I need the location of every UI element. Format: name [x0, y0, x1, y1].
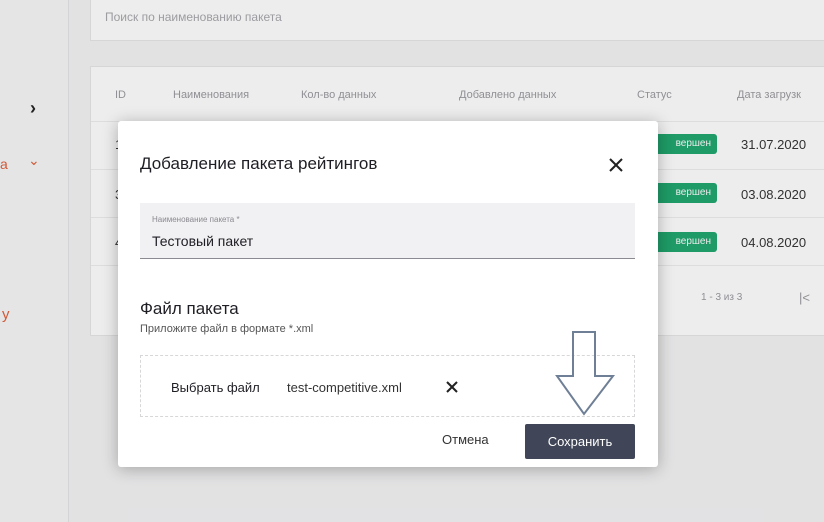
- package-name-input[interactable]: [152, 233, 612, 249]
- remove-file-close-icon[interactable]: [445, 380, 459, 394]
- file-format-hint: Приложите файл в формате *.xml: [140, 323, 314, 335]
- package-name-label: Наименование пакета *: [152, 215, 240, 224]
- file-section-heading: Файл пакета: [140, 299, 239, 318]
- arrow-down-annotation-icon: [555, 331, 616, 416]
- cancel-button[interactable]: Отмена: [442, 432, 489, 447]
- choose-file-button[interactable]: Выбрать файл: [171, 380, 260, 395]
- close-icon[interactable]: [605, 154, 627, 176]
- add-rating-package-dialog: Добавление пакета рейтингов Наименование…: [118, 121, 658, 467]
- selected-file-name: test-competitive.xml: [287, 380, 402, 395]
- dialog-title: Добавление пакета рейтингов: [140, 154, 378, 173]
- package-name-field[interactable]: Наименование пакета *: [140, 203, 635, 259]
- save-button[interactable]: Сохранить: [525, 424, 635, 459]
